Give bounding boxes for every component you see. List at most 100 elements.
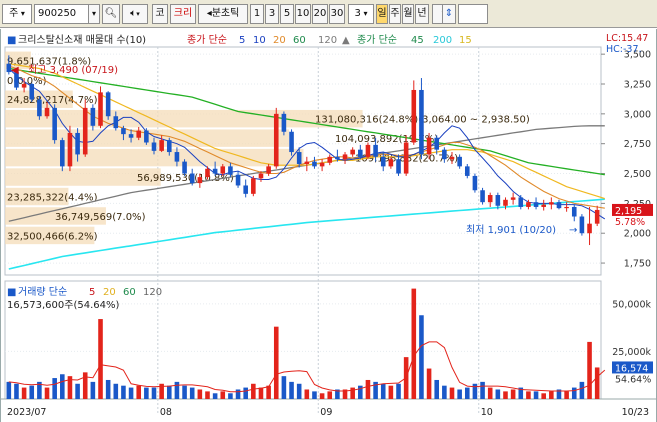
legend-title: 크리스탈신소재 매물대 수(10) <box>18 33 146 46</box>
candle-body <box>373 144 378 157</box>
volume-bar <box>296 383 302 399</box>
candle-body <box>587 223 592 234</box>
market-select[interactable]: 주 ▾ <box>2 4 32 24</box>
unit-tab-year[interactable]: 년 <box>415 4 429 24</box>
search-button[interactable]: 🔍︎ <box>102 4 120 24</box>
toolbar: 주 ▾ 900250 ▾ 🔍︎ 🔈︎▾ 코 크리 ◂분초틱 1 3 5 10 2… <box>0 0 657 28</box>
volume-profile-label: 32,500,466(6.2%) <box>7 231 98 242</box>
ma20-legend: 20 <box>273 35 286 46</box>
current-volume-pct: 54.64% <box>615 374 651 385</box>
name-button-label: 코 <box>155 8 165 19</box>
candle-body <box>594 209 600 224</box>
period-count-select[interactable]: 3 ▾ <box>348 4 374 24</box>
volume-bar <box>319 393 325 399</box>
candle-body <box>579 216 585 234</box>
candle-body <box>82 107 88 155</box>
volume-plot-frame <box>4 280 602 400</box>
volume-bar <box>579 381 585 399</box>
candle-body <box>403 142 409 174</box>
volume-bar <box>52 378 57 399</box>
volume-bar <box>136 385 142 399</box>
volume-bar <box>44 387 50 399</box>
candle-body <box>174 152 180 162</box>
volume-bar <box>564 391 569 399</box>
candle-body <box>212 168 218 174</box>
volume-bar <box>457 389 462 399</box>
scroll-updown-button[interactable]: ⇕ <box>442 4 456 24</box>
candle-body <box>144 130 149 143</box>
volume-ma5-line <box>8 341 606 393</box>
candle-body <box>541 204 546 207</box>
volume-bar <box>75 383 80 399</box>
unit-tab-month[interactable]: 월 <box>402 4 414 24</box>
lc-label: LC:15.47 <box>606 33 648 44</box>
candle-body <box>220 166 226 174</box>
sound-button[interactable]: 🔈︎▾ <box>122 4 148 24</box>
volume-bar <box>365 379 371 399</box>
chevron-down-icon: ▾ <box>360 9 368 18</box>
intraday-label: ◂분초틱 <box>206 8 240 19</box>
ma200-legend: 200 <box>433 35 452 46</box>
candle-body <box>319 162 325 167</box>
unit-tab-week[interactable]: 주 <box>389 4 401 24</box>
search-icon: 🔍︎ <box>104 8 118 19</box>
volume-bar <box>304 389 310 399</box>
intraday-button[interactable]: ◂분초틱 <box>198 4 248 24</box>
current-pct-text: 5.78% <box>615 217 645 228</box>
period-button-1[interactable]: 1 <box>250 4 264 24</box>
name-text: 크리 <box>173 8 193 19</box>
code-dropdown-button[interactable]: ▾ <box>88 4 100 24</box>
candle-body <box>105 92 111 117</box>
candle-body <box>44 107 50 117</box>
candle-body <box>29 84 35 100</box>
period-button-5[interactable]: 5 <box>280 4 294 24</box>
volume-bar <box>419 315 424 399</box>
volume-bar <box>21 387 27 399</box>
candle-body <box>90 107 96 126</box>
market-label: 주 <box>9 8 19 19</box>
candle-body <box>464 166 470 176</box>
volume-bar <box>189 387 195 399</box>
current-price-text: 2,195 <box>615 206 642 217</box>
volume-bar <box>312 391 317 399</box>
candle-body <box>98 92 103 126</box>
volume-bar <box>594 367 600 399</box>
price-tick-label: 2,000 <box>624 229 651 240</box>
date-tick-label: 10 <box>481 407 493 418</box>
volume-bar <box>396 383 401 399</box>
period-label: 5 <box>283 8 291 19</box>
vol-ma120-legend: 120 <box>143 287 162 298</box>
volume-legend-label: 거래량 단순 <box>18 286 67 298</box>
candle-body <box>304 161 310 164</box>
candle-body <box>358 149 363 157</box>
chart-panel[interactable]: 3,5003,2503,0002,7502,5002,2502,0001,750… <box>0 29 657 422</box>
candle-body <box>365 144 371 157</box>
volume-bar <box>60 374 65 399</box>
name-button[interactable]: 코 <box>152 4 168 24</box>
period-button-30[interactable]: 30 <box>329 4 345 24</box>
candle-body <box>503 199 508 206</box>
period-label: 20 <box>313 8 327 19</box>
toolbar-input[interactable] <box>458 4 488 24</box>
unit-tab-day[interactable]: 일 <box>376 4 388 24</box>
volume-bar <box>533 391 539 399</box>
period-button-10[interactable]: 10 <box>295 4 311 24</box>
volume-bar <box>197 389 203 399</box>
volume-legend-icon: ■ <box>7 287 16 298</box>
candle-body <box>411 89 417 143</box>
candle-body <box>510 197 516 200</box>
volume-bar <box>6 381 12 399</box>
volume-bar <box>449 387 455 399</box>
candle-body <box>350 149 355 155</box>
volume-bar <box>113 383 119 399</box>
unit-label: 년 <box>417 8 427 19</box>
volume-bar <box>526 391 531 399</box>
price-tick-label: 2,750 <box>624 139 651 150</box>
price-tick-label: 2,500 <box>624 169 651 180</box>
volume-bar <box>258 387 264 399</box>
period-button-3[interactable]: 3 <box>265 4 279 24</box>
unit-label: 월 <box>403 8 413 19</box>
chevron-down-icon: ▾ <box>91 9 96 18</box>
period-button-20[interactable]: 20 <box>312 4 328 24</box>
name-field[interactable]: 크리 <box>170 4 196 24</box>
